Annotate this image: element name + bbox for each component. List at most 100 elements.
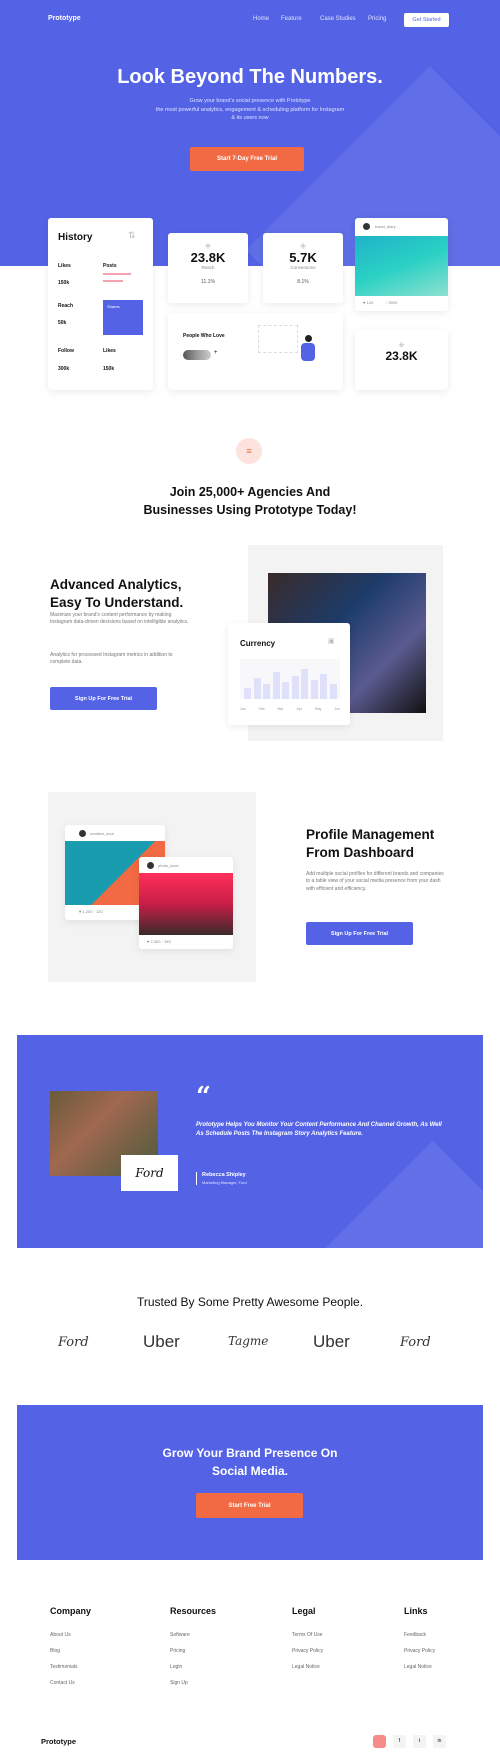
- history-highlight: Shares: [103, 300, 143, 335]
- history-label: Posts: [103, 263, 117, 269]
- avatar: [147, 862, 154, 869]
- post-user: creative_soul: [90, 831, 114, 836]
- illustration-person: [301, 343, 315, 361]
- profile-title-line: Profile Management: [306, 827, 435, 842]
- linkedin-icon[interactable]: in: [433, 1735, 446, 1748]
- cta-heading: Grow Your Brand Presence On Social Media…: [0, 1444, 500, 1480]
- nav-pricing[interactable]: Pricing: [368, 16, 386, 22]
- footer-link[interactable]: Sign Up: [170, 1680, 188, 1686]
- history-label: Shares: [107, 304, 120, 309]
- chart-bar: [329, 683, 337, 699]
- get-started-button[interactable]: Get Started: [404, 13, 449, 27]
- join-line: Join 25,000+ Agencies And: [169, 485, 331, 499]
- hero-subtitle: Grow your brand’s social presence with P…: [100, 97, 400, 123]
- author-role: Marketing Manager, Ford: [202, 1180, 247, 1185]
- post-card: travel_diary ♥ 120 ◌ 5000: [355, 218, 448, 311]
- eye-icon: ◈: [398, 340, 405, 349]
- footer-link[interactable]: Feedback: [404, 1632, 426, 1638]
- history-value: 150k: [58, 280, 70, 286]
- chart-bar: [253, 678, 261, 699]
- analytics-title: Advanced Analytics, Easy To Understand.: [50, 576, 183, 611]
- stat-card-conversions: ◈ 5.7K Conversions 8.1%: [263, 233, 343, 303]
- cta-button[interactable]: Start Free Trial: [196, 1493, 303, 1518]
- comments-count: 5000: [388, 300, 398, 305]
- post-image: [139, 873, 233, 935]
- free-trial-button[interactable]: Start 7-Day Free Trial: [190, 147, 304, 171]
- footer-heading: Company: [50, 1606, 92, 1616]
- testimonial-author: Rebecca Shipley Marketing Manager, Ford: [196, 1172, 247, 1185]
- stat-change: 11.1%: [201, 279, 215, 285]
- ford-logo: Ford: [121, 1155, 178, 1191]
- footer-link[interactable]: Testimonials: [50, 1664, 78, 1670]
- history-value: 150k: [103, 366, 115, 372]
- stat-change: 8.1%: [297, 279, 309, 285]
- chart-bar: [244, 687, 251, 699]
- history-label: Likes: [103, 348, 116, 354]
- footer-brand: Prototype: [41, 1737, 77, 1746]
- avatar: [363, 223, 370, 230]
- post-comments: ◌ 5000: [385, 300, 398, 305]
- nav-case-studies[interactable]: Case Studies: [320, 16, 356, 22]
- footer-link[interactable]: About Us: [50, 1632, 71, 1638]
- chart-bar: [320, 674, 327, 699]
- author-name: Rebecca Shipley: [202, 1172, 246, 1178]
- chart-label: Jan: [240, 707, 246, 711]
- nav-logo[interactable]: Prototype: [48, 15, 81, 22]
- history-bar: [103, 273, 131, 275]
- cta-line: Grow Your Brand Presence On: [162, 1446, 338, 1460]
- history-value: 300k: [58, 366, 70, 372]
- stat-value: 23.8K: [190, 250, 226, 265]
- currency-title: Currency: [240, 639, 276, 648]
- profile-signup-button[interactable]: Sign Up For Free Trial: [306, 922, 413, 945]
- logo-ford: Ford: [58, 1335, 89, 1350]
- post-user: photo_lover: [158, 863, 179, 868]
- illustration-chart: [258, 325, 298, 353]
- logo-tagme: Tagme: [228, 1334, 269, 1348]
- analytics-title-line: Advanced Analytics,: [50, 577, 182, 592]
- facebook-icon[interactable]: f: [393, 1735, 406, 1748]
- eye-icon: ◈: [204, 241, 212, 250]
- logo-ford: Ford: [400, 1335, 431, 1350]
- footer-link[interactable]: Contact Us: [50, 1680, 75, 1686]
- history-label: Reach: [58, 303, 74, 309]
- calendar-icon[interactable]: ▣: [328, 637, 335, 645]
- post-likes: ♥ 120: [363, 300, 374, 305]
- history-title: History: [58, 232, 93, 243]
- nav-feature[interactable]: Feature: [281, 16, 302, 22]
- history-bar: [103, 280, 123, 282]
- footer-link[interactable]: Software: [170, 1632, 190, 1638]
- join-line: Businesses Using Prototype Today!: [143, 503, 357, 518]
- footer-link[interactable]: Legal Notice: [292, 1664, 320, 1670]
- avatar: [79, 830, 86, 837]
- chart-label: Apr: [296, 707, 302, 711]
- trusted-heading: Trusted By Some Pretty Awesome People.: [136, 1295, 364, 1309]
- footer-link[interactable]: Privacy Policy: [404, 1648, 435, 1654]
- menu-icon: ≡: [236, 438, 262, 464]
- footer-link[interactable]: Pricing: [170, 1648, 185, 1654]
- nav-home[interactable]: Home: [253, 16, 269, 22]
- profile-post: photo_lover ♥ 2,300 · 345: [139, 857, 233, 949]
- twitter-icon[interactable]: t: [413, 1735, 426, 1748]
- hero-subtitle-line: the most powerful analytics, engagement …: [155, 106, 345, 113]
- chart-bar: [310, 680, 318, 699]
- currency-chart: [240, 659, 340, 699]
- history-label: Likes: [58, 263, 71, 269]
- footer-link[interactable]: Login: [170, 1664, 182, 1670]
- chart-bar: [263, 683, 270, 699]
- footer-link[interactable]: Blog: [50, 1648, 60, 1654]
- illustration-head: [305, 335, 312, 342]
- stat-value: 5.7K: [289, 250, 317, 265]
- footer-link[interactable]: Legal Notice: [404, 1664, 432, 1670]
- history-value: 50k: [58, 320, 67, 326]
- footer-link[interactable]: Terms Of Use: [292, 1632, 323, 1638]
- post-likes: ♥ 2,300 · 345: [147, 939, 171, 944]
- analytics-signup-button[interactable]: Sign Up For Free Trial: [50, 687, 157, 710]
- filter-icon[interactable]: ⇅: [128, 230, 136, 241]
- stat-label: Conversions: [290, 265, 316, 270]
- stat-label: Reach: [201, 265, 215, 270]
- footer-link[interactable]: Privacy Policy: [292, 1648, 323, 1654]
- footer-heading: Links: [404, 1606, 428, 1616]
- post-likes: ♥ 1,200 · 120: [79, 909, 103, 914]
- instagram-icon[interactable]: [373, 1735, 386, 1748]
- chart-bar: [272, 672, 280, 699]
